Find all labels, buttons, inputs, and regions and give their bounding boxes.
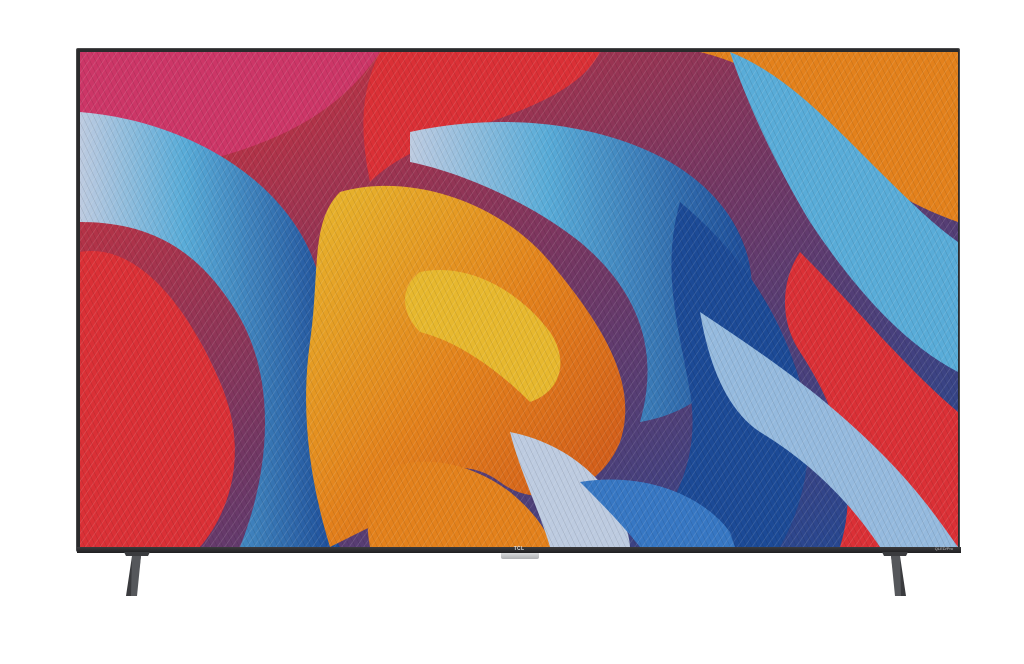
television: TCL QLED/Pro bbox=[76, 48, 961, 559]
stand-right bbox=[880, 552, 910, 598]
ir-sensor bbox=[501, 553, 539, 559]
tv-frame: TCL QLED/Pro bbox=[76, 48, 961, 559]
product-photo: TCL QLED/Pro bbox=[0, 0, 1024, 664]
stand-left bbox=[122, 552, 152, 598]
brand-logo: TCL bbox=[513, 546, 525, 552]
model-badge: QLED/Pro bbox=[934, 546, 953, 551]
abstract-wallpaper bbox=[80, 52, 958, 547]
tv-screen bbox=[80, 52, 958, 547]
